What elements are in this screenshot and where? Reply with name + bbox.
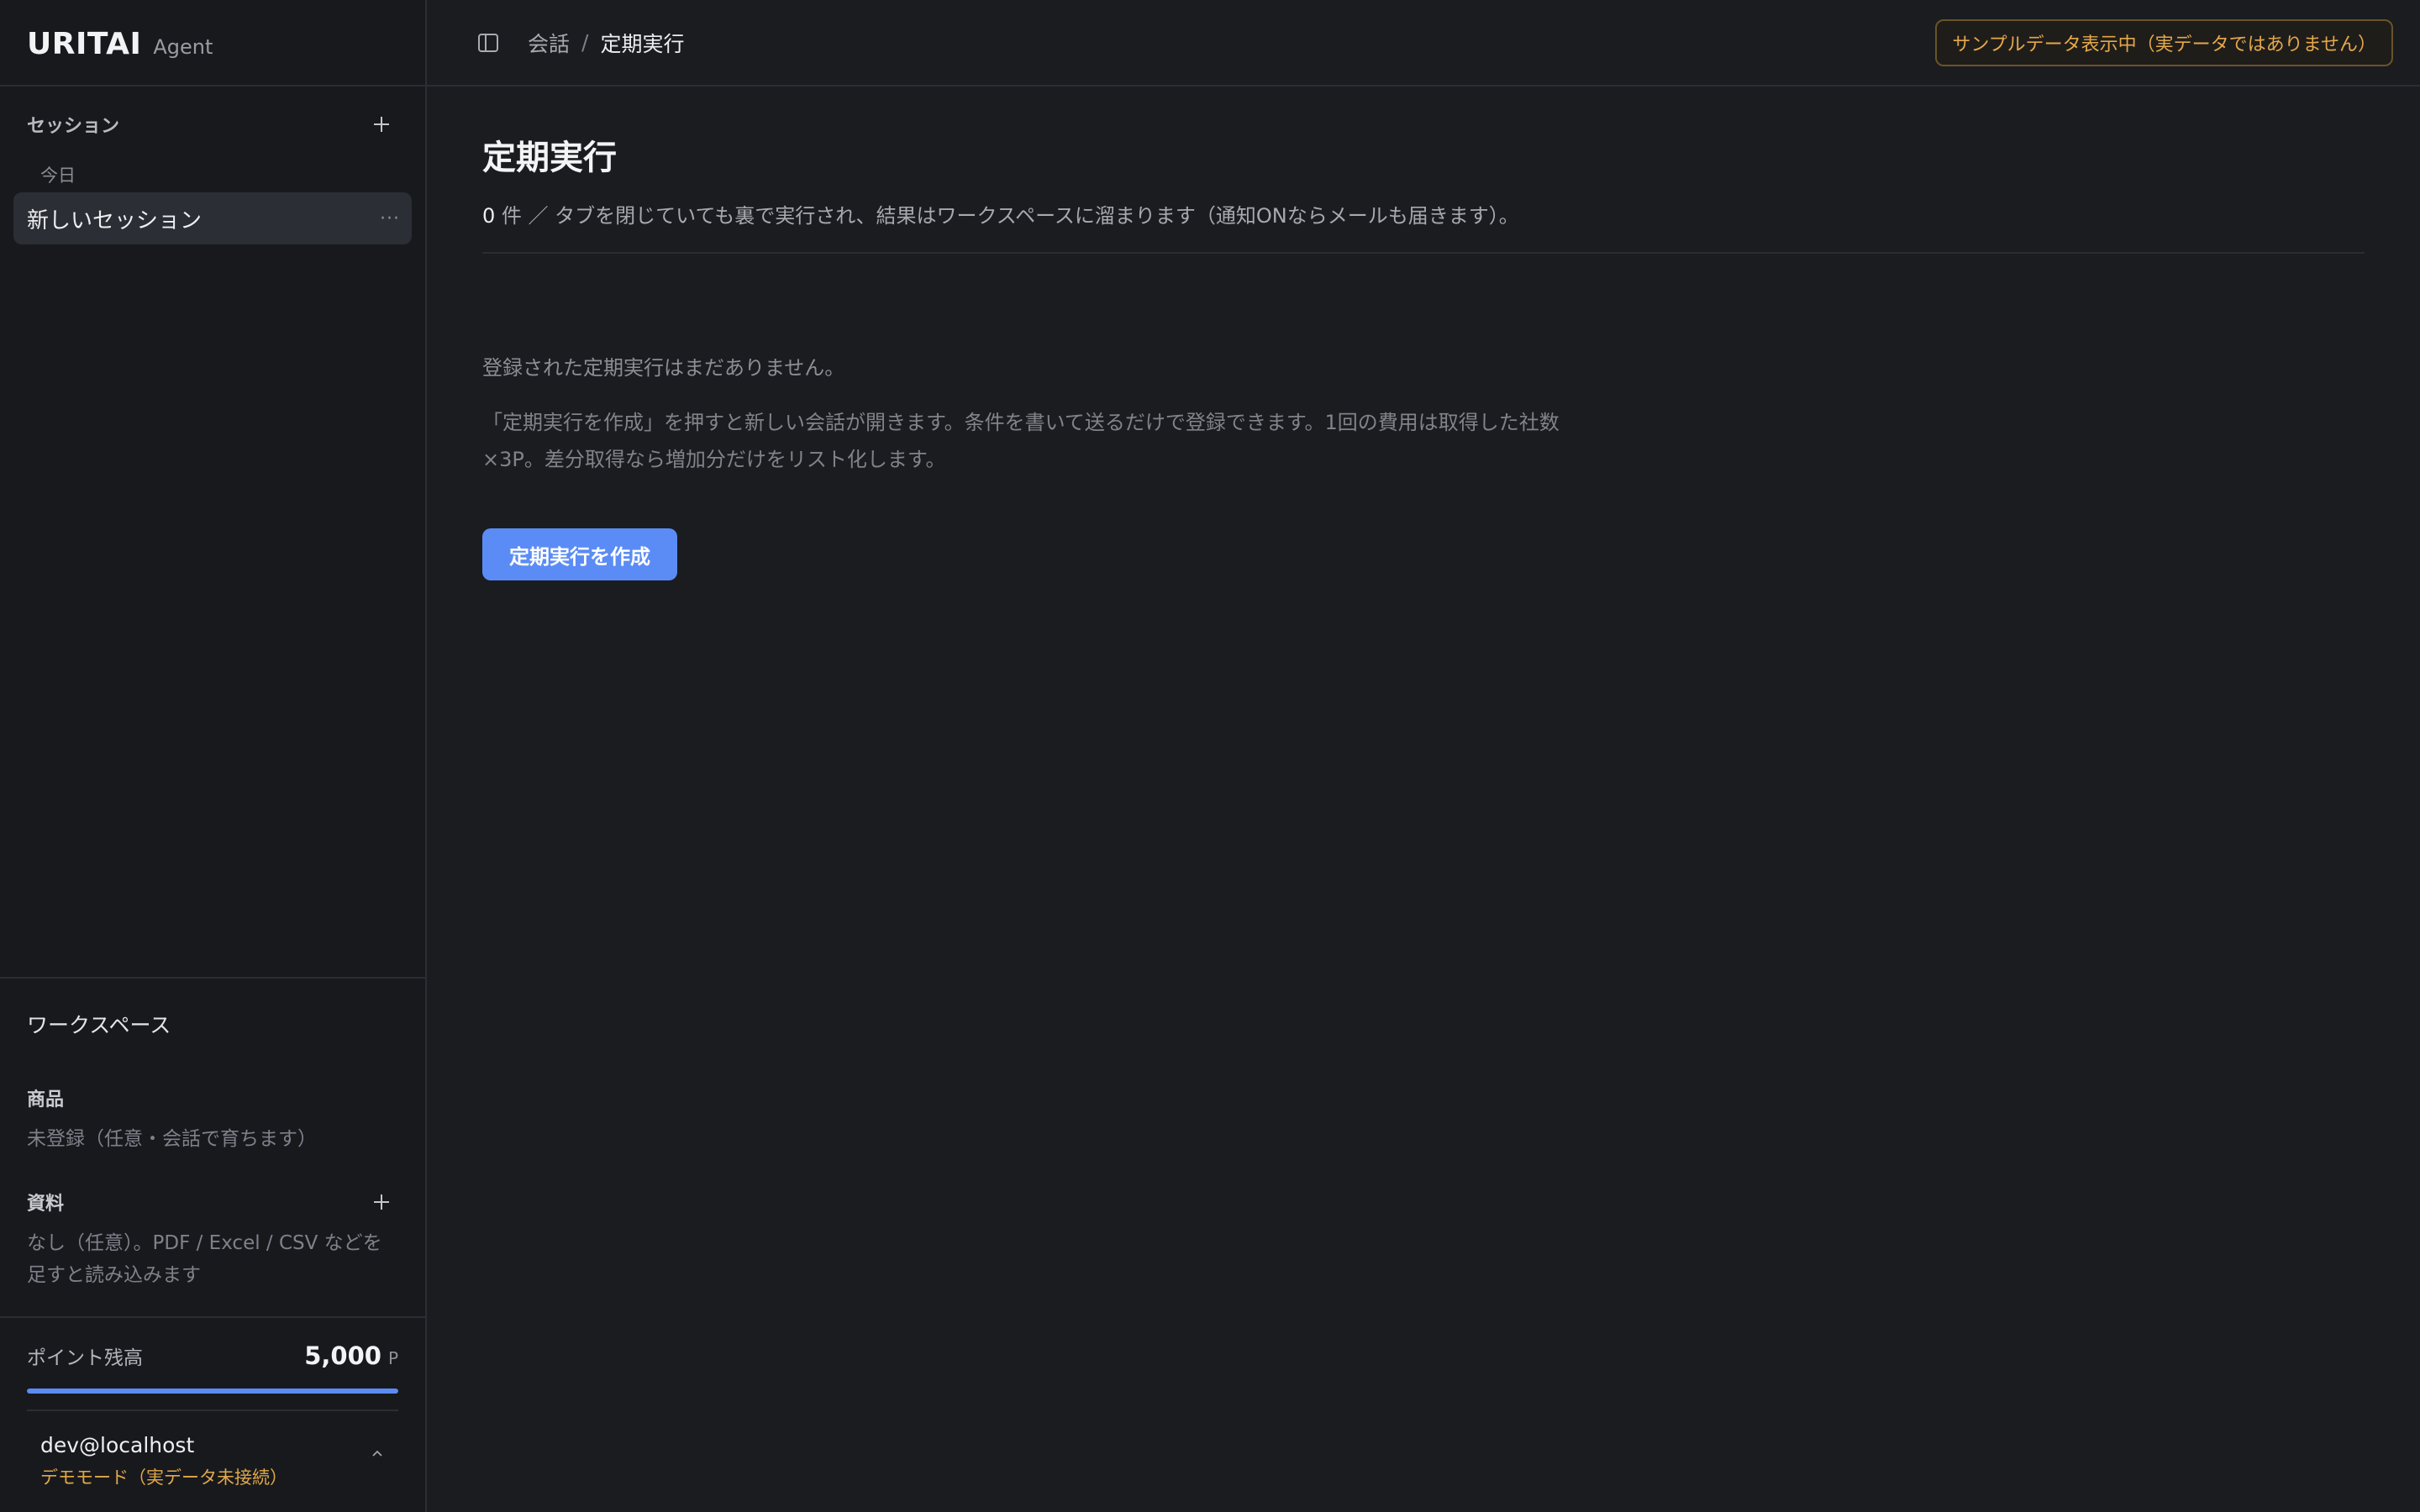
user-email: dev@localhost (40, 1433, 195, 1457)
topbar: 会話 / 定期実行 サンプルデータ表示中（実データではありません） (427, 0, 2420, 87)
materials-title: 資料 (27, 1194, 65, 1215)
session-label: 新しいセッション (27, 207, 203, 234)
toggle-sidebar-icon[interactable] (467, 22, 509, 64)
points-panel: ポイント残高 5,000 P (0, 1316, 425, 1410)
breadcrumb-separator: / (581, 30, 589, 55)
create-schedule-button[interactable]: 定期実行を作成 (482, 528, 677, 580)
sessions-title: セッション (27, 116, 120, 137)
products-empty-text: 未登録（任意・会話で育ちます） (27, 1128, 317, 1150)
products-header: 商品 (27, 1081, 398, 1115)
sample-data-badge: サンプルデータ表示中（実データではありません） (1935, 18, 2393, 66)
points-progress-bar (27, 1389, 398, 1394)
breadcrumb-parent[interactable]: 会話 (528, 28, 570, 58)
workspace-title: ワークスペース (27, 1013, 171, 1037)
empty-state-title: 登録された定期実行はまだありません。 (482, 356, 845, 380)
page-summary: 0 件 ／ タブを閉じていても裏で実行され、結果はワークスペースに溜まります（通… (482, 199, 2365, 228)
content: 定期実行 0 件 ／ タブを閉じていても裏で実行され、結果はワークスペースに溜ま… (427, 87, 2420, 580)
points-unit: P (387, 1348, 398, 1368)
empty-state-description: 「定期実行を作成」を押すと新しい会話が開きます。条件を書いて送るだけで登録できま… (482, 411, 1560, 471)
main-area: 会話 / 定期実行 サンプルデータ表示中（実データではありません） 定期実行 0… (427, 0, 2420, 1512)
chevron-up-icon[interactable] (370, 1446, 385, 1465)
more-options-icon[interactable]: ··· (380, 208, 400, 229)
plus-icon (374, 1194, 389, 1210)
materials-header: 資料 (27, 1185, 398, 1219)
breadcrumb-current: 定期実行 (600, 31, 685, 56)
summary-text: 件 ／ タブを閉じていても裏で実行され、結果はワークスペースに溜まります（通知O… (495, 204, 1519, 228)
sessions-header: セッション (0, 87, 425, 137)
materials-empty-text: なし（任意）。PDF / Excel / CSV などを足すと読み込みます (27, 1232, 382, 1286)
session-group-label: 今日 (40, 165, 76, 186)
products-title: 商品 (27, 1089, 65, 1110)
schedule-count: 0 (482, 204, 496, 228)
sidebar: URITAI Agent セッション 今日 新しいセッション ··· ワークスペ… (0, 0, 427, 1512)
add-session-button[interactable] (365, 108, 398, 141)
points-label: ポイント残高 (27, 1347, 143, 1369)
workspace-panel: ワークスペース 商品 未登録（任意・会話で育ちます） 資料 なし（任意）。PDF… (0, 977, 425, 1316)
user-mode: デモモード（実データ未接続） (40, 1467, 287, 1488)
app-root: URITAI Agent セッション 今日 新しいセッション ··· ワークスペ… (0, 0, 2420, 1512)
session-item[interactable]: 新しいセッション ··· (13, 192, 412, 244)
user-menu[interactable]: dev@localhost デモモード（実データ未接続） (27, 1410, 398, 1512)
points-progress-fill (27, 1389, 398, 1394)
add-material-button[interactable] (365, 1185, 398, 1219)
divider (482, 252, 2365, 254)
page-title: 定期実行 (482, 139, 617, 177)
points-value: 5,000 (304, 1341, 381, 1370)
brand-name: URITAI (27, 27, 142, 61)
brand-subtitle: Agent (153, 35, 213, 59)
brand: URITAI Agent (0, 0, 425, 87)
plus-icon (374, 117, 389, 132)
